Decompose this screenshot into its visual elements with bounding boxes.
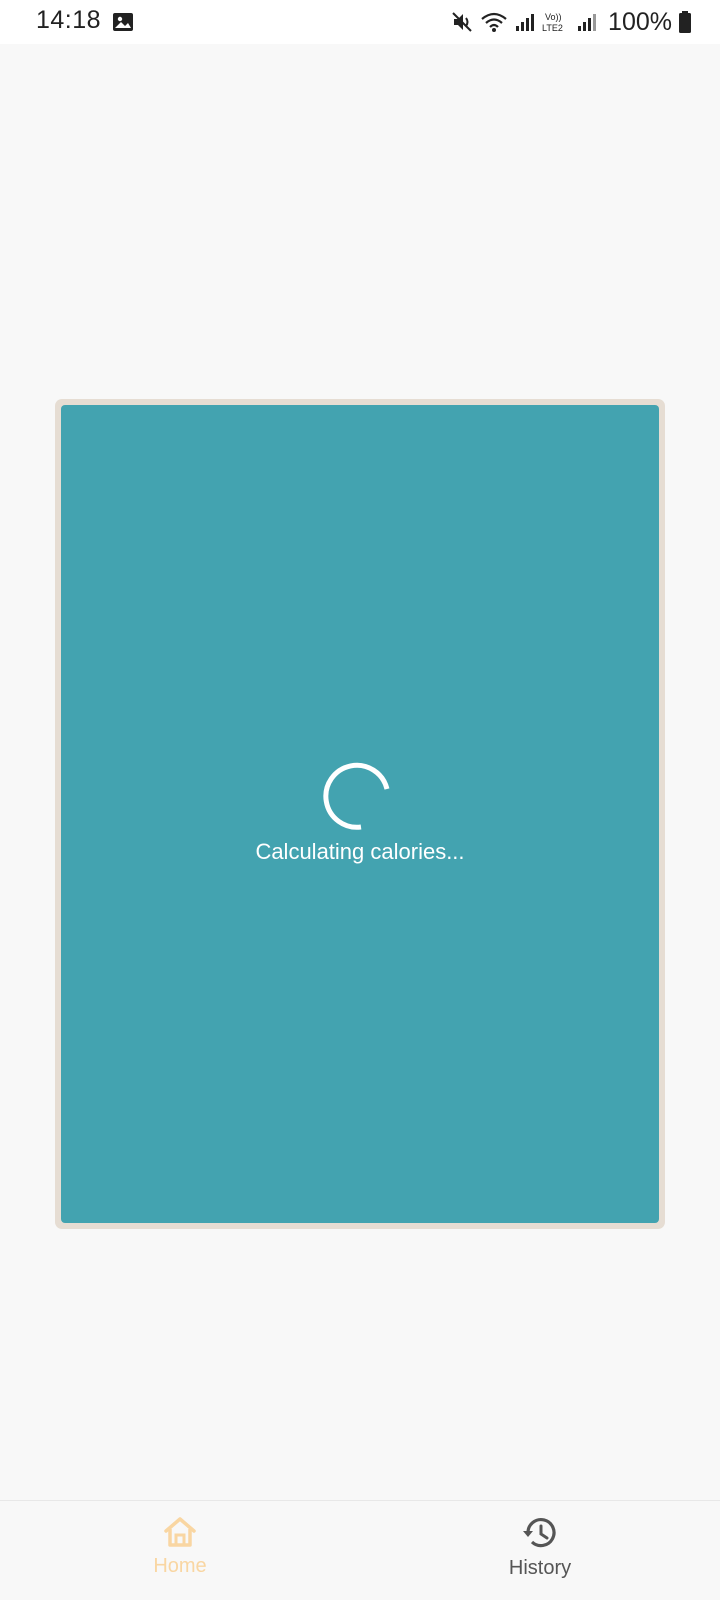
nav-item-history[interactable]: History — [360, 1501, 720, 1600]
main-content: Calculating calories... — [0, 44, 720, 1500]
bottom-navigation: Home History — [0, 1500, 720, 1600]
wifi-icon — [480, 10, 508, 34]
history-icon — [521, 1515, 559, 1551]
signal-icon — [576, 11, 598, 33]
home-icon — [162, 1515, 198, 1549]
status-time: 14:18 — [36, 6, 102, 34]
svg-text:LTE2: LTE2 — [542, 23, 563, 33]
svg-text:Vo)): Vo)) — [545, 12, 562, 22]
loading-text: Calculating calories... — [255, 839, 465, 864]
status-icons: Vo)) LTE2 100% — [450, 6, 692, 38]
result-card: Calculating calories... — [61, 405, 659, 1223]
volte-icon: Vo)) LTE2 — [542, 10, 570, 34]
battery-percent: 100% — [608, 7, 672, 36]
signal-icon — [514, 11, 536, 33]
status-bar: 14:18 Vo)) LTE2 100% — [0, 0, 720, 44]
nav-label-history: History — [508, 1557, 572, 1579]
nav-label-home: Home — [153, 1555, 207, 1577]
battery-icon — [678, 10, 692, 34]
nav-item-home[interactable]: Home — [0, 1501, 360, 1600]
gallery-icon — [112, 12, 134, 32]
loading-spinner — [323, 762, 390, 830]
mute-icon — [450, 10, 474, 34]
result-card-frame: Calculating calories... — [55, 399, 665, 1229]
